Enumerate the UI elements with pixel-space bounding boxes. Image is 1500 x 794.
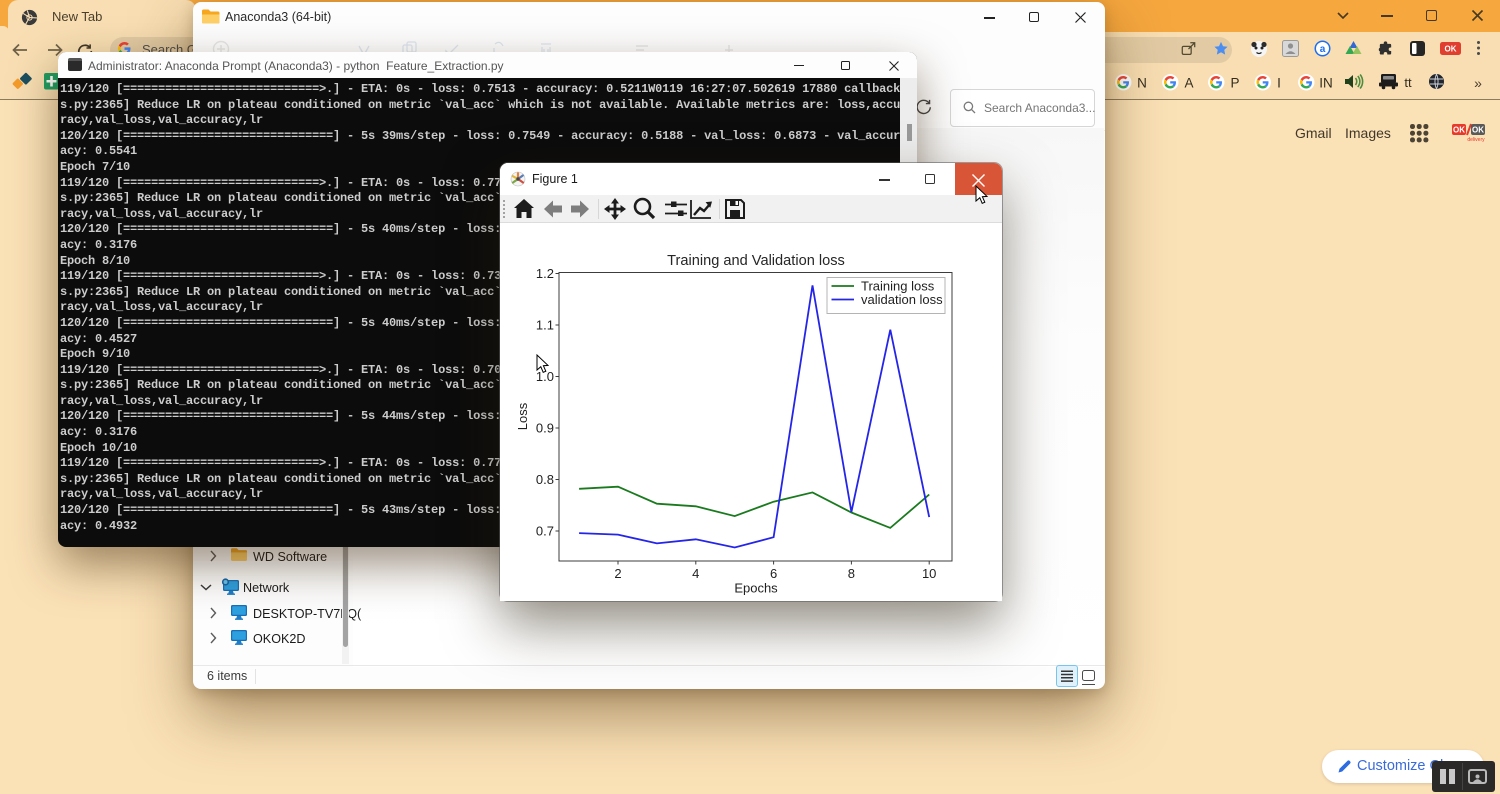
svg-text:A: A (1184, 76, 1193, 91)
svg-text:2: 2 (614, 566, 621, 581)
svg-text:6: 6 (770, 566, 777, 581)
svg-text:»: » (1474, 75, 1482, 91)
svg-text:4: 4 (692, 566, 699, 581)
svg-text:OKOK2D: OKOK2D (253, 632, 306, 646)
svg-text:0.8: 0.8 (536, 472, 554, 487)
svg-text:0.9: 0.9 (536, 421, 554, 436)
svg-text:1.1: 1.1 (536, 318, 554, 333)
svg-text:OK: OK (1445, 45, 1457, 54)
svg-text:IN: IN (1319, 76, 1333, 91)
svg-text:0.7: 0.7 (536, 524, 554, 539)
svg-text:delivery: delivery (1467, 137, 1485, 143)
svg-text:Training and Validation loss: Training and Validation loss (667, 253, 845, 269)
svg-text:validation loss: validation loss (861, 292, 943, 307)
svg-text:Network: Network (243, 581, 290, 595)
svg-text:Loss: Loss (515, 402, 530, 430)
svg-text:10: 10 (922, 566, 936, 581)
svg-text:8: 8 (848, 566, 855, 581)
svg-text:a: a (1320, 44, 1326, 55)
svg-text:OK: OK (1472, 126, 1484, 135)
svg-text:P: P (1230, 76, 1239, 91)
svg-text:1.2: 1.2 (536, 266, 554, 281)
svg-text:I: I (1277, 76, 1281, 91)
svg-text:N: N (1137, 76, 1147, 91)
svg-text:Epochs: Epochs (734, 581, 778, 596)
svg-text:OK: OK (1453, 126, 1465, 135)
svg-text:WD Software: WD Software (253, 550, 327, 564)
svg-text:tt: tt (1404, 75, 1412, 90)
